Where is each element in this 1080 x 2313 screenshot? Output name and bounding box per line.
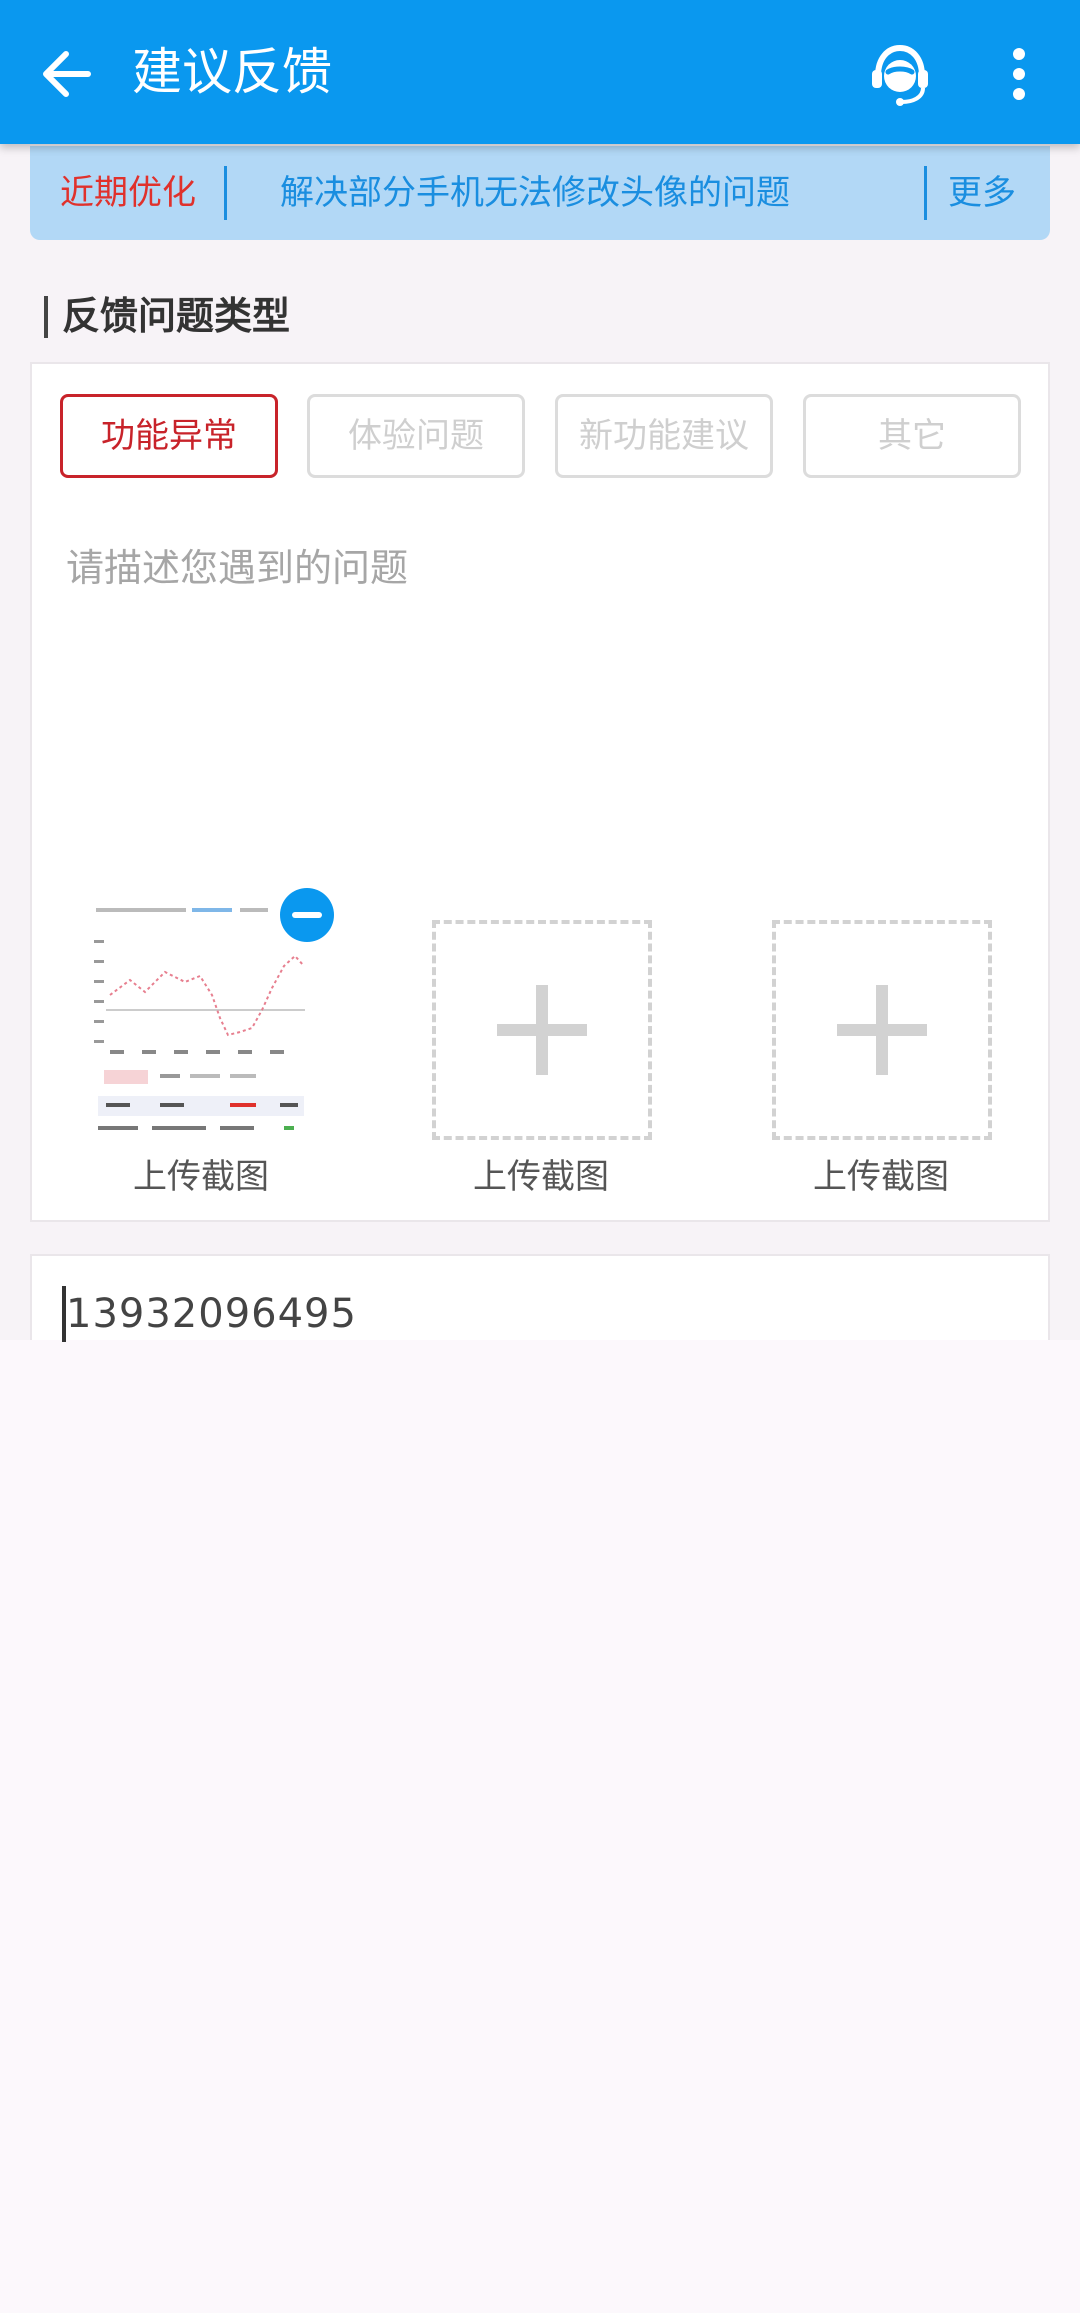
notice-more-link[interactable]: 更多 bbox=[948, 170, 1016, 216]
type-new-feature-button[interactable]: 新功能建议 bbox=[555, 394, 773, 478]
customer-service-headset-icon bbox=[872, 44, 928, 106]
type-other-button[interactable]: 其它 bbox=[803, 394, 1021, 478]
type-functional-error-button[interactable]: 功能异常 bbox=[60, 394, 278, 478]
add-screenshot-button[interactable] bbox=[772, 920, 992, 1140]
more-options-button[interactable] bbox=[990, 36, 1048, 112]
uploaded-screenshot-thumbnail[interactable] bbox=[90, 900, 312, 1138]
upload-screenshot-label: 上传截图 bbox=[813, 1157, 949, 1197]
arrow-left-icon bbox=[43, 51, 91, 97]
recent-optimization-banner[interactable]: 近期优化 解决部分手机无法修改头像的问题 更多 bbox=[30, 146, 1050, 240]
upload-screenshot-label: 上传截图 bbox=[473, 1157, 609, 1197]
type-experience-button[interactable]: 体验问题 bbox=[307, 394, 525, 478]
section-title-marker bbox=[44, 296, 48, 338]
add-screenshot-button[interactable] bbox=[432, 920, 652, 1140]
description-input[interactable]: 请描述您遇到的问题 bbox=[66, 542, 408, 594]
app-bar: 建议反馈 bbox=[0, 0, 1080, 144]
plus-icon bbox=[837, 985, 927, 1075]
feedback-card: 功能异常 体验问题 新功能建议 其它 请描述您遇到的问题 上传截图 上传截图 上… bbox=[30, 362, 1050, 1222]
customer-service-button[interactable] bbox=[862, 36, 938, 112]
page-title: 建议反馈 bbox=[132, 43, 332, 101]
screenshot-preview-image bbox=[90, 900, 312, 1138]
contact-input-card[interactable]: 13932096495 bbox=[30, 1254, 1050, 1342]
plus-icon bbox=[497, 985, 587, 1075]
notice-divider bbox=[924, 166, 927, 220]
section-title: 反馈问题类型 bbox=[62, 294, 291, 338]
minus-circle-icon bbox=[292, 912, 322, 918]
more-vertical-icon bbox=[1013, 48, 1025, 100]
remove-screenshot-button[interactable] bbox=[280, 888, 334, 942]
notice-text: 解决部分手机无法修改头像的问题 bbox=[280, 173, 790, 213]
upload-screenshot-label: 上传截图 bbox=[133, 1157, 269, 1197]
notice-label: 近期优化 bbox=[60, 173, 196, 213]
contact-phone-input[interactable]: 13932096495 bbox=[66, 1288, 357, 1340]
notice-divider bbox=[224, 166, 227, 220]
back-button[interactable] bbox=[24, 32, 108, 116]
